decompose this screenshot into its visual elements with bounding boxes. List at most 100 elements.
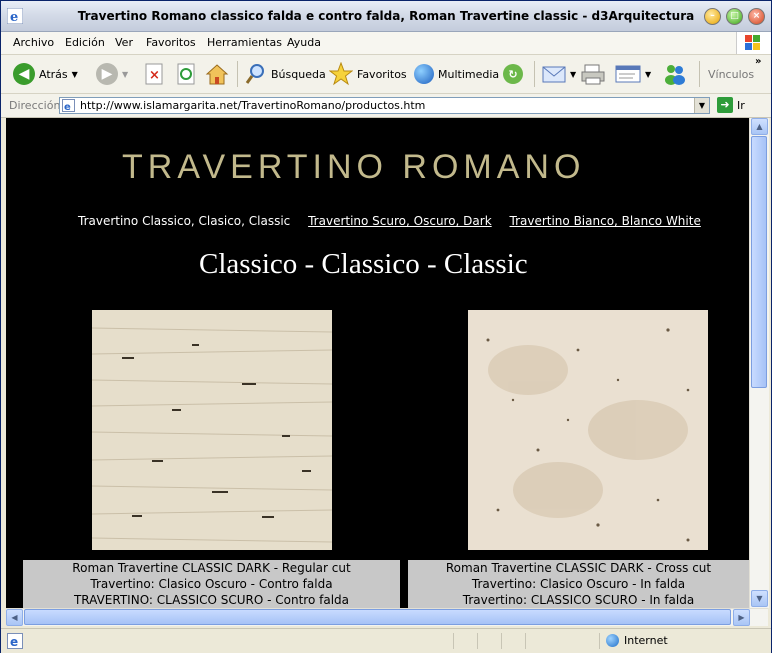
zone-label: Internet: [624, 634, 668, 647]
star-icon: [329, 62, 353, 86]
search-icon: [245, 64, 264, 84]
address-dropdown-icon[interactable]: ▼: [694, 98, 709, 113]
multimedia-label: Multimedia: [438, 67, 500, 81]
minimize-button[interactable]: –: [704, 8, 721, 25]
windows-logo-icon: [736, 32, 771, 54]
status-divider: [453, 633, 454, 649]
address-label: Dirección: [9, 99, 61, 112]
page-icon: e: [62, 99, 75, 112]
back-button[interactable]: ◀ Atrás ▼: [13, 61, 78, 87]
edit-page-icon: [615, 65, 641, 83]
links-label: Vínculos: [708, 67, 755, 81]
page-heading: Classico - Classico - Classic: [199, 248, 528, 280]
svg-text:e: e: [64, 102, 71, 112]
mail-icon: [542, 66, 566, 83]
security-zone: Internet: [606, 634, 668, 647]
menu-ayuda[interactable]: Ayuda: [287, 36, 321, 49]
caption-line: Travertino: Clasico Oscuro - In falda: [471, 577, 686, 591]
vertical-scrollbar[interactable]: ▲ ▼: [749, 118, 769, 608]
links-button[interactable]: Vínculos: [708, 61, 754, 87]
caption-line: Roman Travertine CLASSIC DARK - Cross cu…: [445, 561, 712, 575]
search-button[interactable]: Búsqueda: [245, 61, 326, 87]
scroll-down-icon[interactable]: ▼: [751, 590, 768, 607]
address-input[interactable]: e http://www.islamargarita.net/Travertin…: [59, 97, 710, 114]
browser-window: e Travertino Romano classico falda e con…: [0, 0, 772, 653]
stop-icon: ×: [145, 63, 163, 85]
svg-text:×: ×: [149, 68, 160, 83]
edit-button[interactable]: ▼: [615, 61, 651, 87]
address-url: http://www.islamargarita.net/TravertinoR…: [80, 99, 426, 112]
travertine-regular-cut-image: [92, 310, 332, 550]
scroll-left-icon[interactable]: ◀: [6, 609, 23, 626]
horizontal-scrollbar[interactable]: ◀ ▶: [6, 608, 768, 626]
caption-line: Roman Travertine CLASSIC DARK - Regular …: [72, 561, 351, 575]
back-label: Atrás: [39, 67, 68, 81]
nav-link-bianco[interactable]: Travertino Bianco, Blanco White: [510, 214, 701, 228]
back-arrow-icon: ◀: [13, 63, 35, 85]
forward-arrow-icon: ▶: [96, 63, 118, 85]
nav-current-classico: Travertino Classico, Clasico, Classic: [78, 214, 291, 228]
go-arrow-icon: ➜: [717, 97, 733, 113]
menu-archivo[interactable]: Archivo: [13, 36, 54, 49]
history-button[interactable]: ↻: [503, 61, 523, 87]
status-divider: [599, 633, 600, 649]
messenger-icon: [665, 65, 685, 85]
product-caption: Roman Travertine CLASSIC DARK - Regular …: [23, 560, 400, 608]
title-bar: e Travertino Romano classico falda e con…: [1, 1, 771, 32]
travertine-cross-cut-image: [468, 310, 708, 550]
caption-line: Travertino: CLASSICO SCURO - In falda: [462, 593, 695, 607]
maximize-button[interactable]: □: [726, 8, 743, 25]
toolbar-separator: [237, 61, 238, 87]
globe-media-icon: [414, 64, 434, 84]
site-logo: TRAVERTINO ROMANO: [122, 148, 586, 186]
favorites-button[interactable]: Favoritos: [329, 61, 407, 87]
menu-herramientas[interactable]: Herramientas: [207, 36, 282, 49]
menu-ver[interactable]: Ver: [115, 36, 133, 49]
go-button[interactable]: ➜ Ir: [717, 97, 745, 113]
menu-edicion[interactable]: Edición: [65, 36, 105, 49]
menu-favoritos[interactable]: Favoritos: [146, 36, 196, 49]
close-button[interactable]: ×: [748, 8, 765, 25]
status-divider: [525, 633, 526, 649]
scroll-up-icon[interactable]: ▲: [751, 118, 768, 135]
menu-bar: Archivo Edición Ver Favoritos Herramient…: [1, 32, 771, 55]
edit-dropdown-icon[interactable]: ▼: [645, 70, 651, 79]
links-chevron-icon[interactable]: »: [755, 56, 761, 67]
home-button[interactable]: [205, 61, 229, 87]
caption-line: Travertino: Clasico Oscuro - Contro fald…: [90, 577, 333, 591]
internet-zone-icon: [606, 634, 619, 647]
mail-dropdown-icon[interactable]: ▼: [570, 70, 576, 79]
nav-link-scuro[interactable]: Travertino Scuro, Oscuro, Dark: [308, 214, 492, 228]
go-label: Ir: [737, 98, 745, 112]
messenger-button[interactable]: [663, 61, 687, 87]
toolbar-separator: [534, 61, 535, 87]
refresh-button[interactable]: [176, 61, 196, 87]
horizontal-scroll-thumb[interactable]: [24, 609, 731, 625]
status-divider: [477, 633, 478, 649]
multimedia-button[interactable]: Multimedia: [414, 61, 499, 87]
history-icon: ↻: [503, 64, 523, 84]
product-caption: Roman Travertine CLASSIC DARK - Cross cu…: [408, 560, 749, 608]
refresh-icon: [177, 63, 195, 85]
mail-button[interactable]: ▼: [542, 61, 576, 87]
product-nav: Travertino Classico, Clasico, Classic Tr…: [78, 214, 715, 228]
caption-line: TRAVERTINO: CLASSICO SCURO - Contro fald…: [73, 593, 350, 607]
window-title: Travertino Romano classico falda e contr…: [77, 9, 695, 23]
printer-icon: [581, 64, 605, 85]
favorites-label: Favoritos: [357, 67, 407, 81]
forward-dropdown-icon[interactable]: ▼: [122, 70, 128, 79]
toolbar-separator: [699, 61, 700, 87]
status-page-icon: e: [7, 633, 23, 649]
scroll-right-icon[interactable]: ▶: [733, 609, 750, 626]
home-icon: [205, 64, 229, 85]
print-button[interactable]: [581, 61, 605, 87]
stop-button[interactable]: ×: [144, 61, 164, 87]
vertical-scroll-thumb[interactable]: [751, 136, 767, 388]
forward-button[interactable]: ▶ ▼: [96, 61, 128, 87]
back-dropdown-icon[interactable]: ▼: [72, 70, 78, 79]
toolbar: ◀ Atrás ▼ ▶ ▼ × Búsqueda Favoritos Multi…: [1, 55, 771, 94]
status-bar: e Internet: [1, 628, 771, 653]
svg-text:e: e: [10, 635, 18, 649]
search-label: Búsqueda: [271, 67, 326, 81]
address-bar: Dirección e http://www.islamargarita.net…: [1, 94, 771, 118]
